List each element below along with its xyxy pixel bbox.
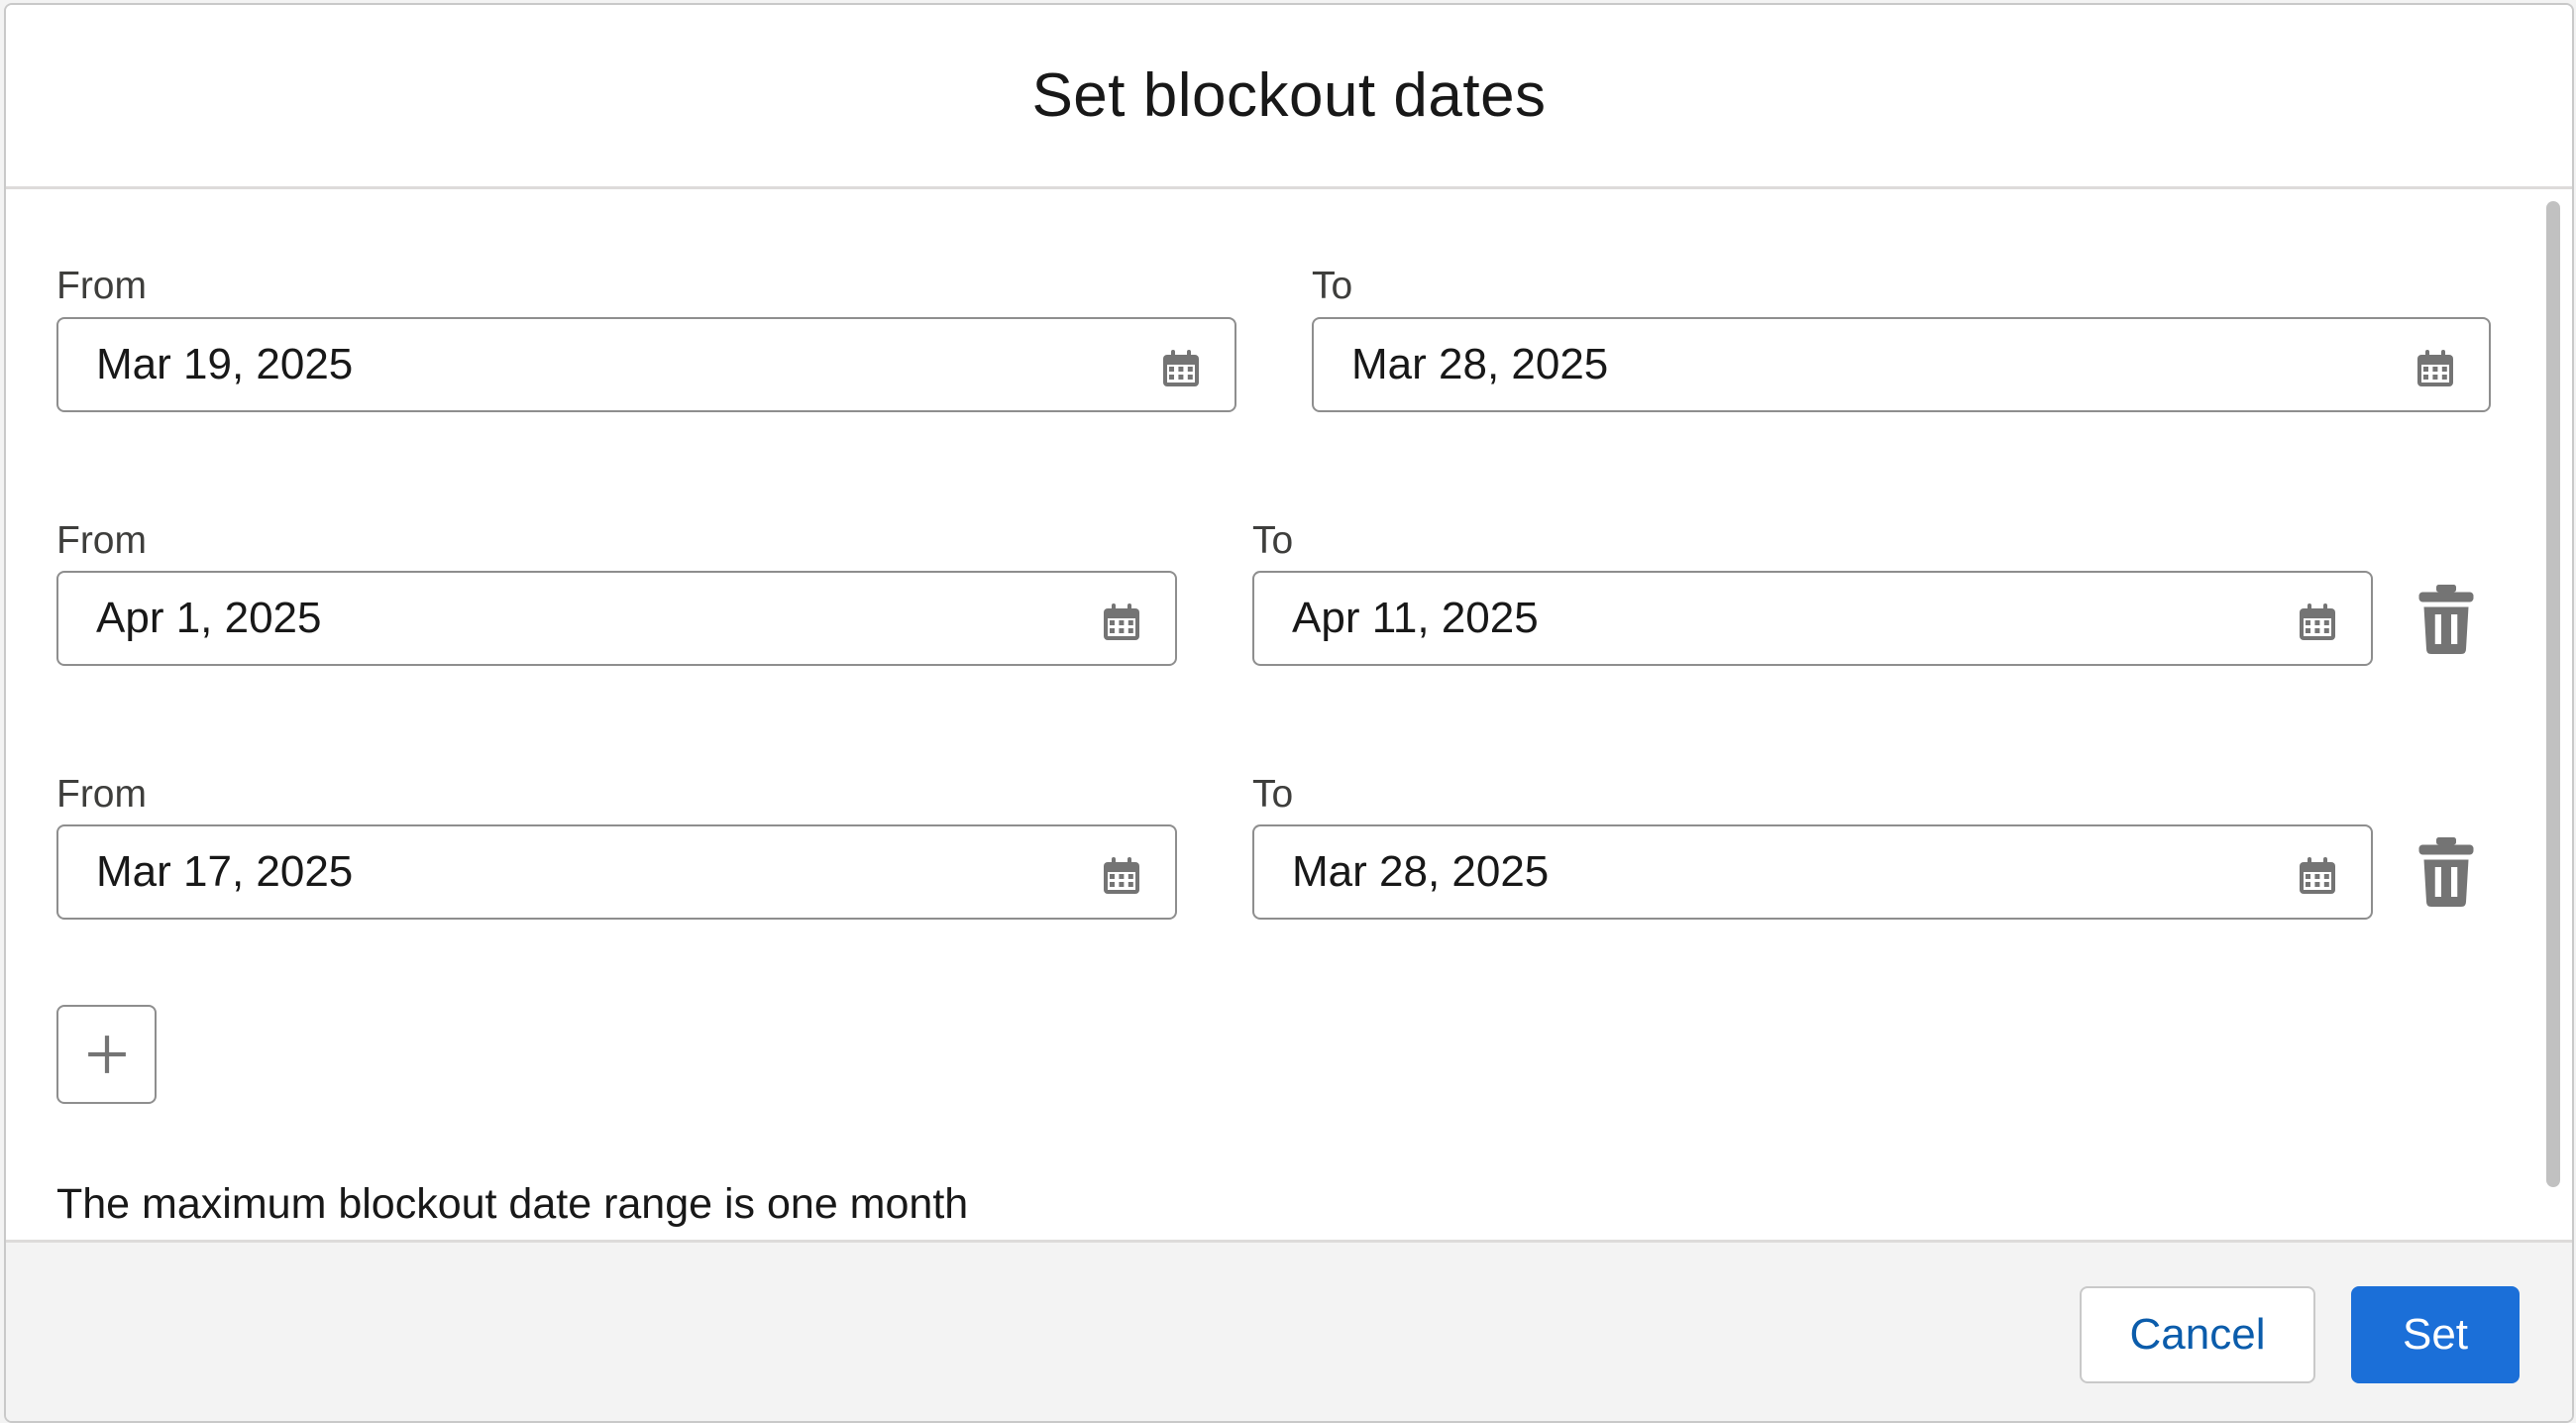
to-date-input[interactable]: Mar 28, 2025 [1252, 824, 2373, 920]
to-date-value: Mar 28, 2025 [1292, 847, 1550, 896]
from-date-input[interactable]: Apr 1, 2025 [56, 571, 1177, 666]
calendar-icon[interactable] [2415, 349, 2455, 388]
to-date-value: Mar 28, 2025 [1351, 340, 1609, 388]
from-date-value: Mar 17, 2025 [96, 847, 354, 896]
set-button[interactable]: Set [2351, 1286, 2520, 1383]
blockout-dates-modal: Set blockout dates From Mar 19, 2025 To … [4, 3, 2574, 1423]
from-label: From [56, 519, 147, 562]
modal-footer: Cancel Set [6, 1240, 2572, 1421]
from-date-input[interactable]: Mar 17, 2025 [56, 824, 1177, 920]
to-label: To [1252, 773, 1294, 816]
modal-title: Set blockout dates [1031, 61, 1547, 130]
calendar-icon[interactable] [1161, 349, 1201, 388]
to-label: To [1252, 519, 1294, 562]
trash-icon[interactable] [2416, 837, 2476, 907]
to-date-value: Apr 11, 2025 [1292, 594, 1539, 642]
from-date-value: Mar 19, 2025 [96, 340, 354, 388]
to-date-input[interactable]: Apr 11, 2025 [1252, 571, 2373, 666]
max-range-note: The maximum blockout date range is one m… [56, 1180, 969, 1228]
add-date-range-button[interactable] [56, 1005, 157, 1104]
modal-body: From Mar 19, 2025 To Mar 28, 2025 From A… [6, 189, 2572, 1243]
from-label: From [56, 265, 147, 307]
modal-header: Set blockout dates [6, 5, 2572, 189]
from-date-value: Apr 1, 2025 [96, 594, 322, 642]
calendar-icon[interactable] [1102, 602, 1141, 642]
to-date-input[interactable]: Mar 28, 2025 [1312, 317, 2491, 412]
scrollbar-thumb[interactable] [2546, 201, 2560, 1187]
calendar-icon[interactable] [2298, 602, 2337, 642]
calendar-icon[interactable] [2298, 856, 2337, 896]
cancel-button[interactable]: Cancel [2080, 1286, 2315, 1383]
to-label: To [1312, 265, 1353, 307]
from-label: From [56, 773, 147, 816]
plus-icon [87, 1036, 126, 1073]
calendar-icon[interactable] [1102, 856, 1141, 896]
from-date-input[interactable]: Mar 19, 2025 [56, 317, 1236, 412]
trash-icon[interactable] [2416, 585, 2476, 654]
